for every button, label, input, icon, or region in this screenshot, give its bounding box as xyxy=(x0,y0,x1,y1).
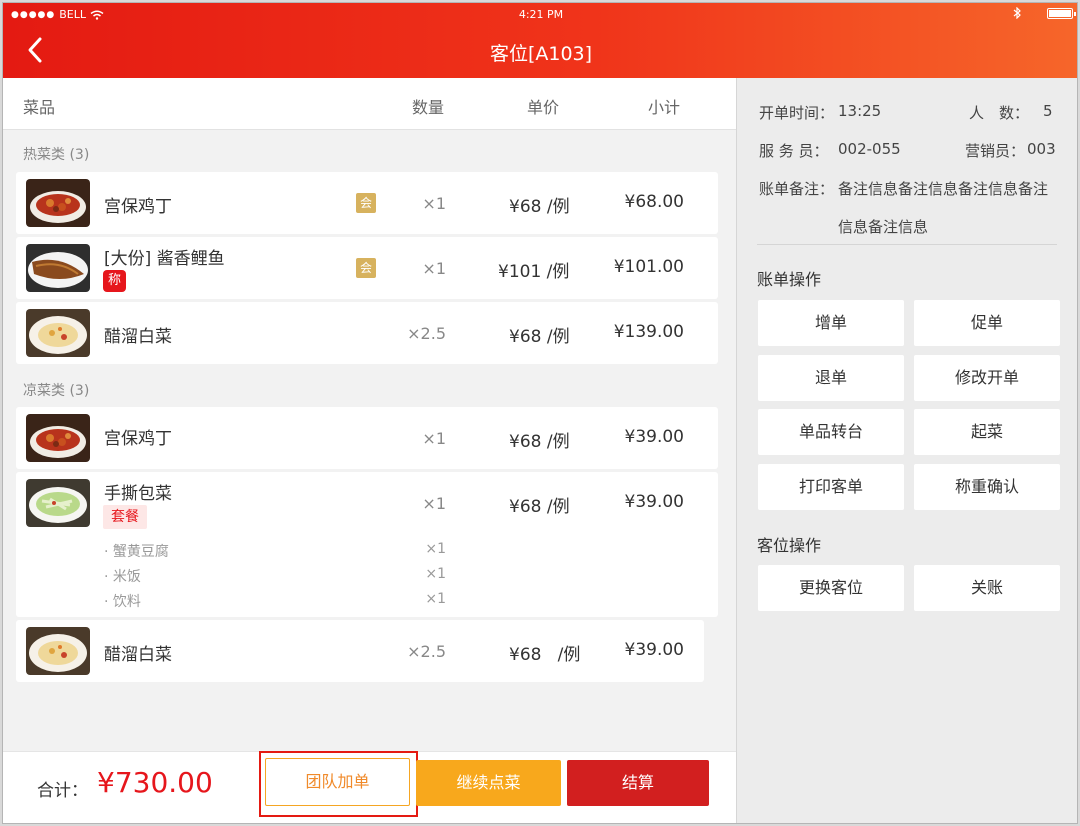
dish-subtotal: ¥39.00 xyxy=(624,492,684,512)
dish-price: ¥68 /例 xyxy=(509,432,570,452)
order-item[interactable]: 宫保鸡丁 ×1 ¥68 /例 ¥39.00 xyxy=(16,407,718,469)
column-dish: 菜品 xyxy=(23,98,56,117)
dish-qty: ×1 xyxy=(422,494,446,513)
category-hot: 热菜类 (3) xyxy=(23,147,90,163)
sales-value: 003 xyxy=(1027,140,1056,158)
dish-thumbnail xyxy=(26,309,90,357)
column-qty: 数量 xyxy=(412,98,445,117)
weigh-tag: 称 xyxy=(103,270,126,292)
seat-ops-title: 客位操作 xyxy=(757,536,822,555)
member-badge: 会 xyxy=(356,193,376,213)
divider xyxy=(757,244,1057,245)
dish-subtotal: ¥139.00 xyxy=(613,322,684,342)
set-meal-subitem-qty: ×1 xyxy=(425,566,446,582)
category-cold: 凉菜类 (3) xyxy=(23,383,90,399)
column-subtotal: 小计 xyxy=(648,98,681,117)
open-time-label: 开单时间： xyxy=(759,104,835,122)
dish-subtotal: ¥39.00 xyxy=(624,427,684,447)
dish-name: 醋溜白菜 xyxy=(104,327,172,347)
dish-price: ¥68 /例 xyxy=(509,197,570,217)
total-amount: ¥730.00 xyxy=(97,766,213,799)
order-item[interactable]: 醋溜白菜 ×2.5 ¥68 /例 ¥139.00 xyxy=(16,302,718,364)
dish-price: ¥101 /例 xyxy=(498,262,570,282)
close-bill-button[interactable]: 关账 xyxy=(914,565,1060,611)
continue-order-button[interactable]: 继续点菜 xyxy=(416,760,561,806)
operations-panel: 开单时间： 13:25 人 数： 5 服 务 员： 002-055 营销员： 0… xyxy=(736,78,1077,823)
set-meal-tag: 套餐 xyxy=(103,505,147,529)
battery-icon xyxy=(1047,7,1076,19)
column-header: 菜品 数量 单价 小计 xyxy=(3,78,736,130)
header-bar: ●●●●● BELL 4:21 PM 客位[A103] xyxy=(3,3,1077,78)
member-badge: 会 xyxy=(356,258,376,278)
dish-price: ¥68 /例 xyxy=(509,645,581,665)
order-item[interactable]: 宫保鸡丁 会 ×1 ¥68 /例 ¥68.00 xyxy=(16,172,718,234)
set-meal-subitem-qty: ×1 xyxy=(425,541,446,557)
dish-thumbnail xyxy=(26,414,90,462)
dish-thumbnail xyxy=(26,627,90,675)
bluetooth-icon xyxy=(1013,7,1021,19)
rush-order-button[interactable]: 促单 xyxy=(914,300,1060,346)
set-meal-subitem-qty: ×1 xyxy=(425,591,446,607)
status-bar: ●●●●● BELL 4:21 PM xyxy=(3,3,1077,25)
dish-name: [大份] 酱香鲤鱼 xyxy=(104,249,225,269)
column-unit-price: 单价 xyxy=(527,98,560,117)
dish-thumbnail xyxy=(26,179,90,227)
bill-ops-title: 账单操作 xyxy=(757,270,822,289)
remark-text-continued: 信息备注信息 xyxy=(838,218,929,236)
dish-subtotal: ¥101.00 xyxy=(613,257,684,277)
order-item[interactable]: 醋溜白菜 ×2.5 ¥68 /例 ¥39.00 xyxy=(16,620,704,682)
bottom-action-bar: 合计： ¥730.00 团队加单 继续点菜 结算 xyxy=(3,751,736,823)
waiter-value: 002-055 xyxy=(838,140,901,158)
dish-qty: ×2.5 xyxy=(407,642,446,661)
dish-subtotal: ¥68.00 xyxy=(624,192,684,212)
sales-label: 营销员： xyxy=(965,142,1026,160)
order-item[interactable]: [大份] 酱香鲤鱼 称 会 ×1 ¥101 /例 ¥101.00 xyxy=(16,237,718,299)
dish-qty: ×1 xyxy=(422,259,446,278)
app-frame: ●●●●● BELL 4:21 PM 客位[A103] 菜品 数量 单价 小计 … xyxy=(2,2,1078,824)
dish-qty: ×2.5 xyxy=(407,324,446,343)
confirm-weight-button[interactable]: 称重确认 xyxy=(914,464,1060,510)
order-list-panel: 菜品 数量 单价 小计 热菜类 (3) 宫保鸡丁 会 ×1 ¥68 /例 ¥68… xyxy=(3,78,736,823)
dish-price: ¥68 /例 xyxy=(509,497,570,517)
dish-thumbnail xyxy=(26,244,90,292)
change-seat-button[interactable]: 更换客位 xyxy=(758,565,904,611)
page-title: 客位[A103] xyxy=(489,43,593,65)
dish-name: 手撕包菜 xyxy=(104,484,172,504)
dish-name: 宫保鸡丁 xyxy=(104,429,172,449)
return-order-button[interactable]: 退单 xyxy=(758,355,904,401)
people-label: 人 数： xyxy=(969,104,1030,122)
remark-text: 备注信息备注信息备注信息备注 xyxy=(838,180,1049,198)
dish-name: 醋溜白菜 xyxy=(104,645,172,665)
team-add-order-button[interactable]: 团队加单 xyxy=(265,758,410,806)
open-time-value: 13:25 xyxy=(838,102,882,120)
dish-name: 宫保鸡丁 xyxy=(104,197,172,217)
set-meal-subitem: · 饮料 xyxy=(104,594,141,610)
dish-price: ¥68 /例 xyxy=(509,327,570,347)
print-bill-button[interactable]: 打印客单 xyxy=(758,464,904,510)
modify-order-button[interactable]: 修改开单 xyxy=(914,355,1060,401)
status-time: 4:21 PM xyxy=(518,8,564,21)
add-order-button[interactable]: 增单 xyxy=(758,300,904,346)
people-value: 5 xyxy=(1043,102,1053,120)
set-meal-subitem: · 蟹黄豆腐 xyxy=(104,544,169,560)
dish-qty: ×1 xyxy=(422,194,446,213)
dish-thumbnail xyxy=(26,479,90,527)
set-meal-subitem: · 米饭 xyxy=(104,569,141,585)
remark-label: 账单备注： xyxy=(759,180,835,198)
order-item[interactable]: 手撕包菜 套餐 ×1 ¥68 /例 ¥39.00 · 蟹黄豆腐 ×1 · 米饭 … xyxy=(16,472,718,617)
dish-qty: ×1 xyxy=(422,429,446,448)
dish-subtotal: ¥39.00 xyxy=(624,640,684,660)
transfer-item-button[interactable]: 单品转台 xyxy=(758,409,904,455)
serve-dish-button[interactable]: 起菜 xyxy=(914,409,1060,455)
checkout-button[interactable]: 结算 xyxy=(567,760,709,806)
waiter-label: 服 务 员： xyxy=(759,142,829,160)
total-label: 合计： xyxy=(37,781,88,801)
